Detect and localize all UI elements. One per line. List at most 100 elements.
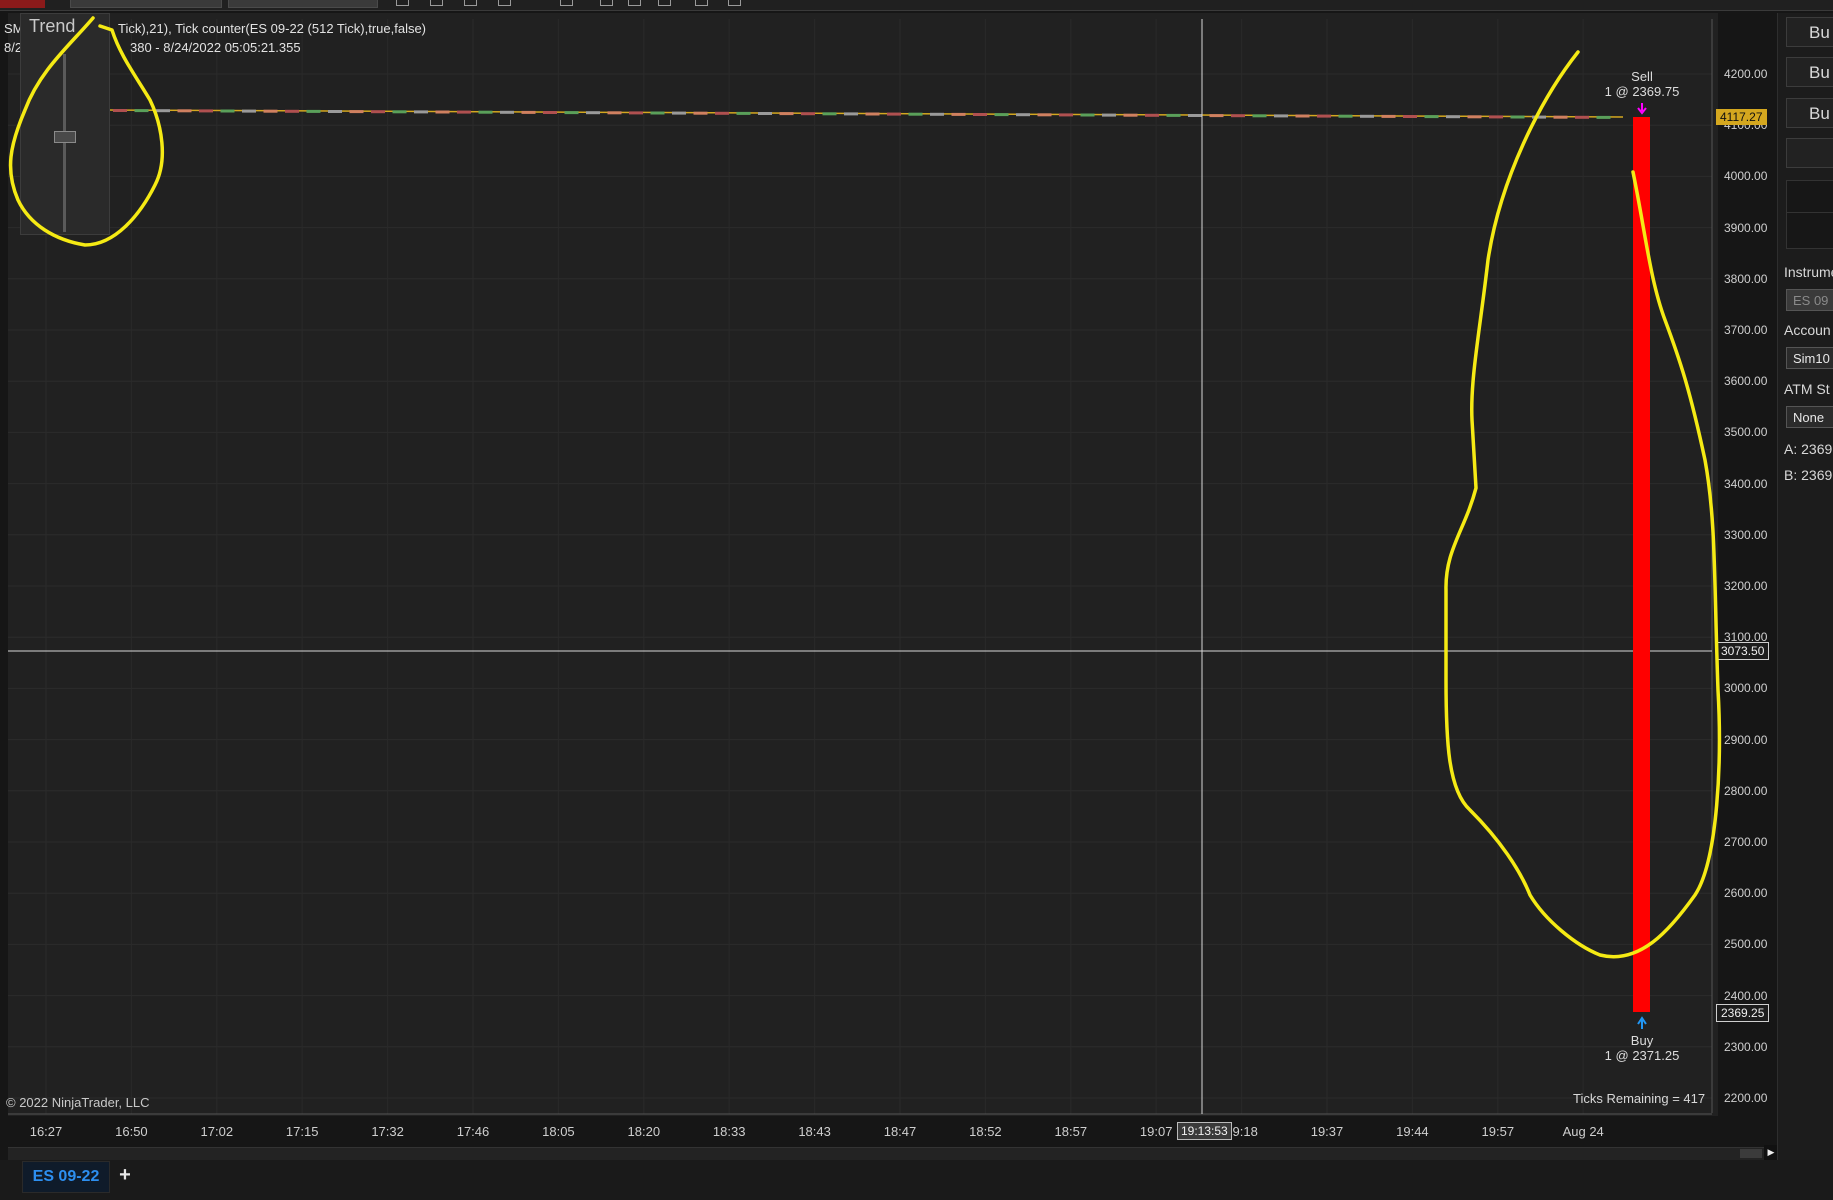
time-axis-label: 18:52: [969, 1124, 1002, 1139]
scrollbar-thumb[interactable]: [1740, 1149, 1762, 1158]
candle: [1317, 114, 1331, 118]
candle: [1446, 115, 1460, 119]
candle: [1145, 113, 1159, 117]
copyright-text: © 2022 NinjaTrader, LLC: [6, 1095, 150, 1110]
candle: [285, 109, 299, 113]
candle: [994, 113, 1009, 117]
price-plot[interactable]: [8, 13, 1718, 1116]
candle: [1037, 113, 1052, 117]
candle: [220, 109, 235, 113]
chart-grid: [8, 19, 1712, 1114]
candle: [500, 110, 514, 114]
candle: [1510, 115, 1525, 119]
candle: [693, 111, 708, 115]
account-label: Accoun: [1784, 322, 1831, 338]
candle: [263, 109, 278, 113]
candle: [865, 112, 880, 116]
candle: [672, 111, 686, 115]
crosshair-price-tag: 3073.50: [1716, 642, 1770, 660]
time-axis-label: 18:33: [712, 1124, 746, 1139]
trend-title: Trend: [29, 16, 76, 36]
sell-arrow-icon: [1637, 103, 1647, 115]
snapshot-icon[interactable]: [695, 0, 708, 6]
indicator-legend: Tick),21), Tick counter(ES 09-22 (512 Ti…: [118, 21, 427, 36]
pnl-display: [1786, 212, 1833, 249]
atm-strategy-select[interactable]: None: [1786, 406, 1833, 428]
candle: [801, 112, 815, 116]
candle: [521, 110, 536, 114]
instrument-selector[interactable]: [70, 0, 222, 8]
candle: [607, 111, 622, 115]
buy-bid-button[interactable]: Bu: [1786, 98, 1833, 128]
candle: [1424, 115, 1439, 119]
price-axis-label: 2500.00: [1724, 937, 1768, 952]
candle: [779, 112, 794, 116]
candle: [1016, 113, 1030, 117]
crosshair-time-tag: 19:13:53: [1177, 1122, 1232, 1140]
time-axis-label: 18:57: [1054, 1124, 1088, 1139]
sell-label: Sell: [1631, 69, 1653, 84]
buy-execution-label: Buy 1 @ 2371.25: [1605, 1033, 1680, 1063]
trend-slider-thumb[interactable]: [54, 131, 76, 143]
data-box-icon[interactable]: [600, 0, 613, 6]
candle: [758, 112, 772, 115]
scroll-right-icon[interactable]: ▶: [1764, 1145, 1778, 1160]
price-axis-label: 3000.00: [1724, 681, 1768, 696]
time-axis-label: 17:46: [456, 1124, 490, 1139]
time-axis-label: 18:20: [627, 1124, 661, 1139]
buy-arrow-icon: [1637, 1016, 1647, 1029]
buy-market-button[interactable]: Bu: [1786, 17, 1833, 47]
candle: [1360, 114, 1374, 118]
buy-ask-button[interactable]: Bu: [1786, 57, 1833, 87]
candle: [242, 109, 256, 113]
candle: [973, 113, 987, 116]
time-axis-label: Aug 24: [1562, 1124, 1604, 1139]
candle: [457, 110, 471, 114]
candle: [1209, 114, 1224, 118]
candle: [1467, 115, 1482, 119]
pencil-icon[interactable]: [464, 0, 477, 6]
candle: [1403, 115, 1417, 118]
tab-bar: [0, 1160, 1833, 1200]
price-axis-label: 4000.00: [1724, 169, 1768, 184]
candle: [543, 111, 557, 114]
price-axis-label: 3800.00: [1724, 271, 1768, 286]
chart-menu-button[interactable]: [0, 0, 45, 8]
drawing-icon[interactable]: [498, 0, 511, 6]
candle: [1166, 113, 1181, 117]
price-axis-label: 3200.00: [1724, 579, 1768, 593]
buy-detail: 1 @ 2371.25: [1604, 1048, 1680, 1063]
trend-slider-rail[interactable]: [63, 54, 66, 232]
sell-detail: 1 @ 2369.75: [1604, 84, 1680, 99]
indicators-icon[interactable]: [628, 0, 641, 6]
price-axis-label: 2300.00: [1724, 1039, 1768, 1054]
candle: [1295, 114, 1310, 118]
add-tab-button[interactable]: +: [114, 1163, 136, 1187]
zoom-icon[interactable]: [430, 0, 443, 6]
templates-icon[interactable]: [728, 0, 741, 6]
horizontal-scrollbar[interactable]: [8, 1147, 1778, 1160]
flatten-button[interactable]: F: [1786, 138, 1833, 168]
properties-icon[interactable]: [560, 0, 573, 6]
price-axis-label: 3400.00: [1724, 476, 1768, 491]
instrument-field[interactable]: ES 09: [1786, 289, 1833, 311]
interval-selector[interactable]: [228, 0, 378, 8]
candle: [1274, 114, 1288, 118]
candle: [349, 110, 364, 114]
account-select[interactable]: Sim10: [1786, 347, 1833, 369]
candle: [134, 109, 149, 113]
strategies-icon[interactable]: [658, 0, 671, 6]
candle: [1059, 113, 1073, 117]
price-axis-label: 2900.00: [1724, 732, 1768, 747]
price-axis-label: 2200.00: [1724, 1091, 1768, 1105]
candle: [113, 109, 127, 112]
price-axis-label: 3700.00: [1724, 323, 1768, 337]
time-axis-label: 17:32: [371, 1124, 404, 1139]
candle: [1381, 114, 1396, 118]
candle: [1188, 114, 1202, 117]
trend-panel[interactable]: Trend: [20, 13, 110, 235]
bid-quote: B: 2369: [1784, 467, 1833, 483]
cursor-icon[interactable]: [396, 0, 409, 6]
tab-es-09-22[interactable]: ES 09-22: [22, 1161, 110, 1193]
time-axis-label: 16:27: [29, 1124, 63, 1139]
